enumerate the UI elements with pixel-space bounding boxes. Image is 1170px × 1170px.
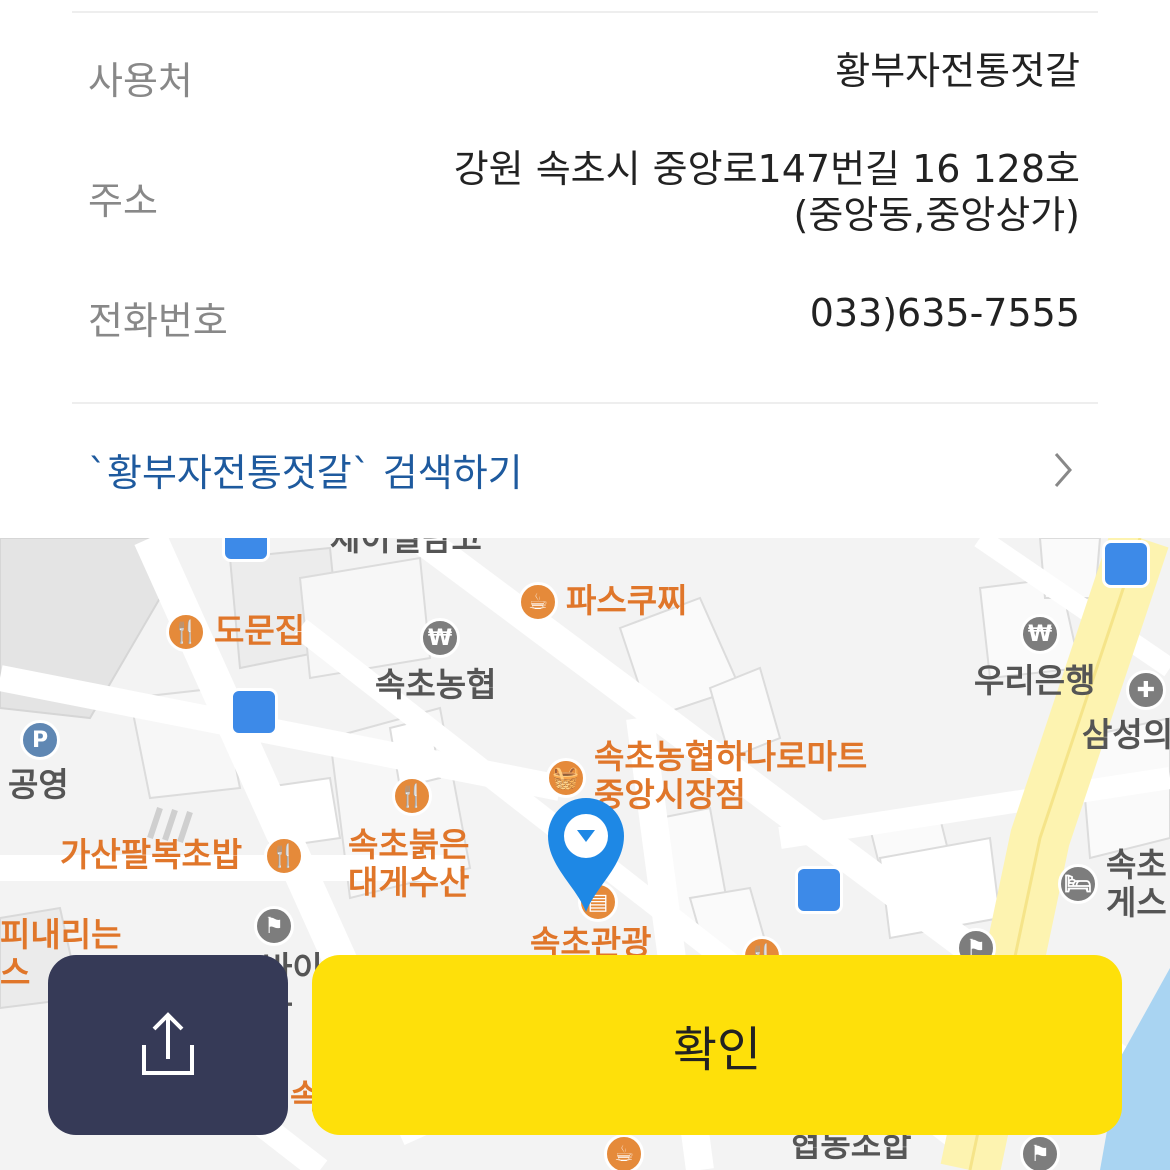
- parking-icon[interactable]: P: [20, 720, 60, 760]
- section-divider: [72, 402, 1098, 404]
- poi-crab-line-1: 속초붉은: [348, 825, 470, 864]
- poi-gasan-sushi[interactable]: 가산팔복초밥: [60, 836, 242, 874]
- poi-crab-restaurant[interactable]: 속초붉은 대게수산: [348, 826, 469, 902]
- map-label-top-cut: 제이필담고: [330, 538, 482, 558]
- share-icon: [142, 1012, 194, 1075]
- address-line-2: (중앙동,중앙상가): [793, 193, 1080, 237]
- poi-guesthouse-line-2: 게스: [1106, 883, 1167, 922]
- restaurant-icon[interactable]: 🍴: [166, 612, 206, 652]
- phone-label: 전화번호: [88, 299, 228, 343]
- poi-guesthouse[interactable]: 속초 게스: [1106, 846, 1167, 922]
- bus-stop-icon[interactable]: [230, 688, 278, 736]
- poi-woori-bank[interactable]: 우리은행: [974, 662, 1095, 700]
- bed-icon[interactable]: 🛏: [1058, 864, 1098, 904]
- flag-icon[interactable]: ⚑: [1020, 1134, 1060, 1170]
- shopping-basket-icon[interactable]: 🧺: [546, 758, 586, 798]
- location-pin-icon[interactable]: [546, 796, 626, 914]
- address-label: 주소: [88, 179, 158, 223]
- top-divider: [72, 11, 1098, 13]
- poi-domunjip[interactable]: 도문집: [214, 612, 305, 650]
- poi-left-line-1: 피내리는: [0, 915, 122, 954]
- flag-icon[interactable]: ⚑: [254, 906, 294, 946]
- bus-stop-icon[interactable]: [1102, 540, 1150, 588]
- hospital-icon[interactable]: ✚: [1126, 670, 1166, 710]
- usage-place-label: 사용처: [88, 59, 193, 103]
- chevron-right-icon[interactable]: [1046, 450, 1086, 490]
- confirm-button[interactable]: 확인: [312, 955, 1122, 1135]
- restaurant-icon[interactable]: 🍴: [264, 836, 304, 876]
- search-place-link[interactable]: `황부자전통젓갈` 검색하기: [88, 442, 523, 497]
- bank-icon[interactable]: ₩: [420, 618, 460, 658]
- poi-sokcho-nonghyup[interactable]: 속초농협: [375, 666, 496, 704]
- bus-stop-icon[interactable]: [222, 538, 270, 562]
- bus-stop-icon[interactable]: [795, 866, 843, 914]
- phone-value: 033)635-7555: [809, 291, 1080, 335]
- address-value: 강원 속초시 중앙로147번길 16 128호 (중앙동,중앙상가): [454, 146, 1080, 238]
- poi-paskucci[interactable]: 파스쿠찌: [566, 582, 687, 620]
- restaurant-icon[interactable]: 🍴: [392, 776, 432, 816]
- poi-hanaro-line-2: 중앙시장점: [594, 775, 746, 814]
- place-info-panel: 사용처 황부자전통젓갈 주소 강원 속초시 중앙로147번길 16 128호 (…: [0, 0, 1170, 538]
- poi-samsung[interactable]: 삼성의: [1082, 716, 1170, 754]
- cafe-icon[interactable]: ☕: [604, 1134, 644, 1170]
- poi-crab-line-2: 대게수산: [348, 863, 470, 902]
- poi-public-parking[interactable]: 공영: [8, 766, 69, 804]
- cafe-icon[interactable]: ☕: [518, 582, 558, 622]
- bank-icon[interactable]: ₩: [1020, 614, 1060, 654]
- poi-hanaro-mart[interactable]: 속초농협하나로마트 중앙시장점: [594, 738, 867, 814]
- poi-hanaro-line-1: 속초농협하나로마트: [594, 737, 868, 776]
- address-line-1: 강원 속초시 중앙로147번길 16 128호: [453, 147, 1080, 191]
- usage-place-value: 황부자전통젓갈: [835, 49, 1080, 93]
- share-button[interactable]: [48, 955, 288, 1135]
- poi-guesthouse-line-1: 속초: [1106, 845, 1167, 884]
